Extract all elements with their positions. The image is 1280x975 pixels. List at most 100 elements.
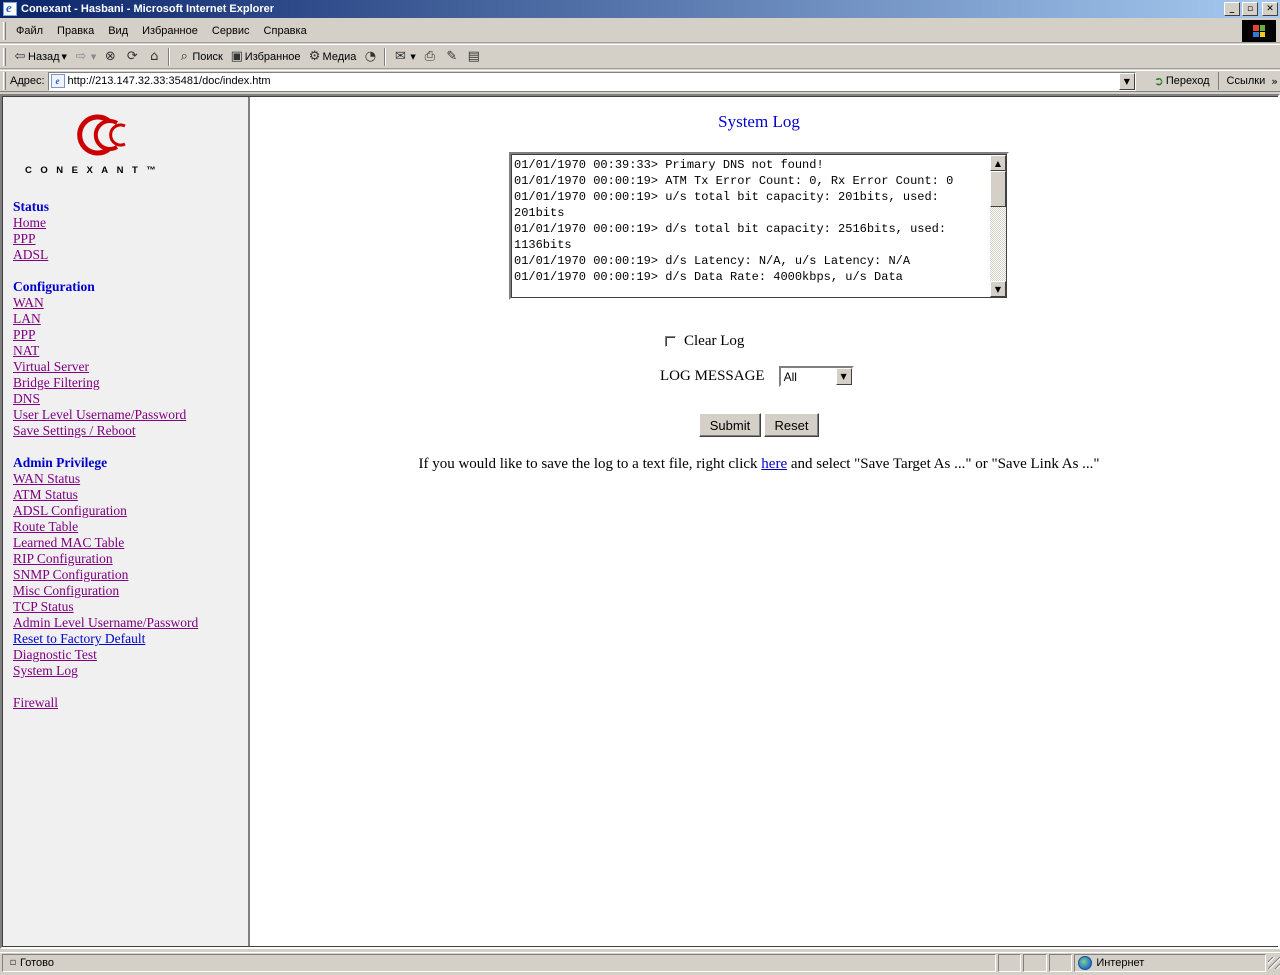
edit-button[interactable]: ✎ [441, 46, 463, 68]
nav-misc-configuration[interactable]: Misc Configuration [13, 583, 119, 599]
menu-help[interactable]: Справка [257, 25, 314, 37]
menu-file[interactable]: Файл [9, 25, 50, 37]
back-arrow-icon: ⇦ [14, 48, 26, 64]
nav-learned-mac-table[interactable]: Learned MAC Table [13, 535, 124, 551]
refresh-button[interactable]: ⟳ [121, 46, 143, 68]
nav-ppp-config[interactable]: PPP [13, 327, 36, 343]
nav-wan-status[interactable]: WAN Status [13, 471, 80, 487]
nav-adsl-configuration[interactable]: ADSL Configuration [13, 503, 127, 519]
media-icon: ⚙ [308, 48, 321, 64]
scroll-down-icon[interactable]: ▼ [990, 281, 1006, 297]
log-frame: 01/01/1970 00:39:33> Primary DNS not fou… [511, 154, 1007, 298]
log-text[interactable]: 01/01/1970 00:39:33> Primary DNS not fou… [514, 157, 992, 285]
log-message-select[interactable]: All ▼ [778, 366, 854, 387]
nav-dns[interactable]: DNS [13, 391, 40, 407]
nav-virtual-server[interactable]: Virtual Server [13, 359, 89, 375]
search-button[interactable]: ⌕ Поиск [173, 46, 225, 68]
back-button[interactable]: ⇦ Назад ▼ [9, 46, 70, 68]
nav-user-password[interactable]: User Level Username/Password [13, 407, 186, 423]
nav-snmp-configuration[interactable]: SNMP Configuration [13, 567, 128, 583]
page-done-icon: ▫ [9, 957, 17, 968]
system-log-textarea[interactable]: 01/01/1970 00:39:33> Primary DNS not fou… [509, 152, 1009, 300]
menu-tools[interactable]: Сервис [205, 25, 257, 37]
nav-rip-configuration[interactable]: RIP Configuration [13, 551, 113, 567]
clear-log-row: Clear Log [665, 333, 744, 350]
nav-lan[interactable]: LAN [13, 311, 41, 327]
nav-diagnostic-test[interactable]: Diagnostic Test [13, 647, 97, 663]
nav-wan[interactable]: WAN [13, 295, 44, 311]
window-title: Conexant - Hasbani - Microsoft Internet … [21, 3, 275, 15]
chevron-down-icon[interactable]: ▼ [62, 53, 67, 61]
reset-button[interactable]: Reset [764, 413, 819, 437]
mail-button[interactable]: ✉ ▼ [389, 46, 418, 68]
nav-home[interactable]: Home [13, 215, 46, 231]
menu-view[interactable]: Вид [101, 25, 135, 37]
history-button[interactable]: ◔ [359, 46, 381, 68]
discuss-icon: ▤ [467, 48, 480, 64]
forward-button[interactable]: ⇨ ▼ [70, 46, 99, 68]
submit-button[interactable]: Submit [699, 413, 761, 437]
admin-section-title: Admin Privilege [13, 455, 108, 470]
nav-adsl[interactable]: ADSL [13, 247, 48, 263]
restore-button[interactable]: ▫ [1242, 2, 1258, 16]
page-frame: CONEXANT™ Status Home PPP ADSL Configura… [2, 96, 1278, 947]
status-bar: ▫ Готово Интернет [0, 952, 1280, 973]
media-button[interactable]: ⚙ Медиа [304, 46, 360, 68]
toolbar-separator [384, 47, 387, 66]
chevron-right-icon[interactable]: » [1271, 75, 1278, 88]
nav-route-table[interactable]: Route Table [13, 519, 78, 535]
nav-nat[interactable]: NAT [13, 343, 39, 359]
nav-atm-status[interactable]: ATM Status [13, 487, 78, 503]
go-button[interactable]: ➲ Переход [1148, 71, 1214, 91]
nav-firewall[interactable]: Firewall [13, 695, 58, 711]
nav-system-log[interactable]: System Log [13, 663, 78, 679]
links-button[interactable]: Ссылки » [1217, 72, 1280, 90]
favorites-button[interactable]: ▣ Избранное [226, 46, 304, 68]
home-button[interactable]: ⌂ [143, 46, 165, 68]
status-cell [1048, 954, 1073, 972]
log-scrollbar[interactable]: ▲ ▼ [990, 155, 1006, 297]
conexant-logo: CONEXANT™ [25, 111, 195, 181]
address-input[interactable]: e http://213.147.32.33:35481/doc/index.h… [47, 71, 1136, 91]
scroll-up-icon[interactable]: ▲ [990, 155, 1006, 171]
close-button[interactable]: ✕ [1262, 2, 1278, 16]
nav-ppp-status[interactable]: PPP [13, 231, 36, 247]
print-button[interactable]: ⎙ [419, 46, 441, 68]
links-label: Ссылки [1226, 75, 1266, 87]
menu-favorites[interactable]: Избранное [135, 25, 205, 37]
nav-bridge-filtering[interactable]: Bridge Filtering [13, 375, 100, 391]
minimize-button[interactable]: _ [1224, 2, 1240, 16]
status-cell [1023, 954, 1047, 972]
chevron-down-icon[interactable]: ▼ [1118, 72, 1135, 90]
chevron-down-icon[interactable]: ▼ [835, 368, 852, 385]
discuss-button[interactable]: ▤ [463, 46, 485, 68]
logo-wordmark: CONEXANT™ [25, 165, 165, 176]
page-icon: e [50, 74, 65, 88]
internet-globe-icon [1078, 956, 1093, 970]
address-url[interactable]: http://213.147.32.33:35481/doc/index.htm [68, 75, 1119, 87]
media-label: Медиа [322, 50, 357, 63]
resize-grip-icon[interactable] [1268, 957, 1280, 969]
log-message-value[interactable]: All [781, 370, 836, 384]
chevron-down-icon[interactable]: ▼ [410, 53, 415, 61]
log-message-row: LOG MESSAGE All ▼ [660, 366, 854, 387]
nav-tcp-status[interactable]: TCP Status [13, 599, 74, 615]
address-grip [3, 72, 6, 90]
nav-admin-password[interactable]: Admin Level Username/Password [13, 615, 198, 631]
history-icon: ◔ [364, 48, 377, 64]
clear-log-checkbox[interactable] [665, 336, 676, 347]
stop-button[interactable]: ⊗ [99, 46, 121, 68]
ie-icon [3, 0, 17, 16]
menu-edit[interactable]: Правка [50, 25, 101, 37]
search-label: Поиск [192, 50, 223, 63]
chevron-down-icon[interactable]: ▼ [91, 53, 96, 61]
scroll-thumb[interactable] [990, 171, 1006, 207]
status-cell [997, 954, 1022, 972]
toolbar-grip [3, 47, 6, 66]
save-log-link[interactable]: here [761, 456, 787, 472]
zone-label: Интернет [1096, 957, 1145, 969]
nav-reset-factory-default[interactable]: Reset to Factory Default [13, 631, 145, 647]
nav-save-reboot[interactable]: Save Settings / Reboot [13, 423, 136, 439]
refresh-icon: ⟳ [126, 48, 138, 64]
page-title: System Log [718, 112, 800, 131]
